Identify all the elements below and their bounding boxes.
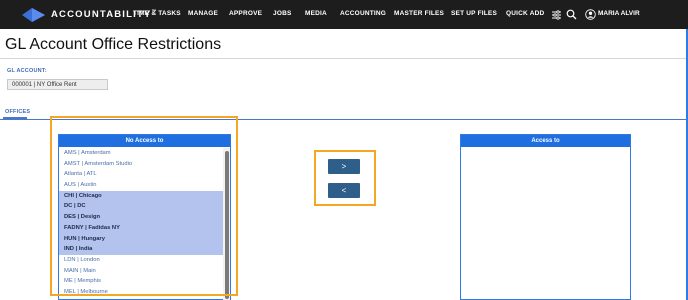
nav-quick-add[interactable]: QUICK ADD [506, 10, 544, 17]
nav-master-files[interactable]: MASTER FILES [394, 10, 444, 17]
gl-account-field: 000001 | NY Office Rent [7, 79, 108, 90]
filter-icon[interactable] [551, 9, 562, 20]
nav-set-up-files[interactable]: SET UP FILES [451, 10, 497, 17]
access-header: Access to [461, 135, 630, 147]
top-nav-bar: ACCOUNTABILITY™ TIME & TASKS MANAGE APPR… [0, 0, 688, 29]
page-title: GL Account Office Restrictions [5, 36, 222, 53]
accountability-logo-icon[interactable] [20, 6, 47, 23]
search-icon[interactable] [566, 9, 577, 20]
nav-time-tasks[interactable]: TIME & TASKS [133, 10, 181, 17]
tab-offices[interactable]: OFFICES [5, 109, 30, 115]
nav-accounting[interactable]: ACCOUNTING [340, 10, 386, 17]
annotation-highlight-list [50, 116, 238, 296]
divider [0, 58, 688, 59]
nav-media[interactable]: MEDIA [305, 10, 327, 17]
user-icon[interactable] [585, 9, 596, 20]
gl-account-label: GL ACCOUNT: [7, 68, 47, 74]
access-list[interactable]: Access to [460, 134, 631, 300]
nav-manage[interactable]: MANAGE [188, 10, 218, 17]
nav-approve[interactable]: APPROVE [229, 10, 262, 17]
annotation-highlight-buttons [314, 150, 376, 206]
user-name[interactable]: MARIA ALVIR [598, 10, 640, 17]
nav-jobs[interactable]: JOBS [273, 10, 292, 17]
